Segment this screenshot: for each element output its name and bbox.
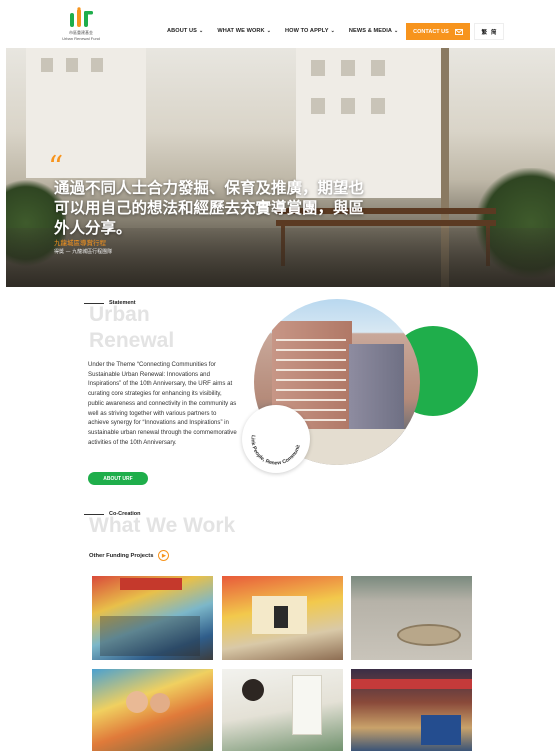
language-switcher: 繁 简 — [474, 23, 504, 40]
chevron-down-icon: ⌄ — [199, 28, 204, 34]
slogan-badge: Link People, Renew Community — [241, 401, 310, 473]
nav-about-us[interactable]: ABOUT US ⌄ — [167, 28, 203, 34]
hero-window — [371, 60, 385, 76]
contact-us-label: CONTACT US — [413, 28, 449, 35]
hero-caption: 得獎 — 九龍城區行程團隊 — [54, 249, 113, 255]
about-urf-button[interactable]: ABOUT URF — [88, 472, 148, 485]
lang-simplified[interactable]: 简 — [491, 28, 497, 36]
statement-text: Under the Theme “Connecting Communities … — [88, 361, 237, 446]
other-funding-projects-label: Other Funding Projects — [89, 552, 154, 559]
play-icon: ▶ — [158, 550, 170, 561]
hero-window — [91, 58, 103, 72]
nav-what-we-work[interactable]: WHAT WE WORK ⌄ — [217, 28, 271, 34]
tile-face — [126, 691, 148, 713]
tile-person-head — [242, 679, 264, 701]
circular-slogan: Link People, Renew Community — [241, 401, 302, 467]
tile-face — [150, 693, 170, 713]
hero-window — [341, 60, 355, 76]
project-tile-phone-booth[interactable] — [222, 576, 343, 660]
project-tile-night-stall[interactable] — [351, 669, 472, 751]
mail-icon — [454, 28, 463, 35]
tile-awning — [351, 679, 472, 689]
nav-news-media[interactable]: NEWS & MEDIA ⌄ — [349, 28, 398, 34]
chevron-down-icon: ⌄ — [266, 28, 271, 34]
contact-us-button[interactable]: CONTACT US — [406, 23, 470, 40]
logo-english-name: Urban Renewal Fund — [62, 36, 100, 41]
what-we-work-heading: What We Work — [89, 514, 236, 537]
project-tile-laundry[interactable] — [222, 669, 343, 751]
statement-heading-line2: Renewal — [89, 329, 175, 352]
project-tile-plaque[interactable] — [351, 576, 472, 660]
photo-floor-lines — [276, 339, 346, 341]
svg-text:Link People, Renew Community: Link People, Renew Community — [242, 405, 302, 467]
nav-about-us-label: ABOUT US — [167, 28, 198, 34]
urf-logo-mark-icon — [70, 7, 93, 27]
nav-news-media-label: NEWS & MEDIA — [348, 28, 393, 34]
hero-banner: “ 通過不同人士合力發掘、保育及推廣，期望也可以用自己的想法和經歷去充實導賞團，… — [6, 48, 555, 287]
hero-subtitle: 九龍城區導賞行程 — [54, 239, 106, 247]
hero-window — [311, 60, 325, 76]
other-funding-projects[interactable]: Other Funding Projects ▶ — [89, 550, 170, 561]
chevron-down-icon: ⌄ — [394, 28, 399, 34]
hero-window — [41, 58, 53, 72]
lang-traditional[interactable]: 繁 — [481, 28, 487, 36]
hero-window — [341, 98, 355, 114]
chevron-down-icon: ⌄ — [330, 28, 335, 34]
main-nav: ABOUT US ⌄ WHAT WE WORK ⌄ HOW TO APPLY ⌄ NE… — [167, 28, 398, 34]
hero-window — [311, 98, 325, 114]
tile-stall-table — [421, 715, 461, 745]
urf-logo[interactable]: 市區重建基金 Urban Renewal Fund — [58, 7, 104, 43]
nav-what-we-work-label: WHAT WE WORK — [217, 28, 265, 34]
statement-heading-line1: Urban — [89, 303, 150, 326]
hero-title: 通過不同人士合力發掘、保育及推廣，期望也可以用自己的想法和經歷去充實導賞團，與區… — [54, 179, 365, 237]
site-header: 市區重建基金 Urban Renewal Fund ABOUT US ⌄ WHAT… — [0, 0, 555, 48]
tile-round-plaque — [397, 624, 461, 646]
tile-crowd — [100, 616, 200, 656]
hero-window — [66, 58, 78, 72]
tile-signboard — [120, 578, 182, 590]
project-tile-market[interactable] — [92, 576, 213, 660]
nav-how-to-apply[interactable]: HOW TO APPLY ⌄ — [285, 28, 335, 34]
tile-phone — [274, 606, 288, 628]
tile-shirt — [292, 675, 322, 735]
nav-how-to-apply-label: HOW TO APPLY — [285, 28, 329, 34]
circle-slogan-text: Link People, Renew Community — [241, 401, 302, 467]
project-tile-shop[interactable] — [92, 669, 213, 751]
hero-window — [371, 98, 385, 114]
